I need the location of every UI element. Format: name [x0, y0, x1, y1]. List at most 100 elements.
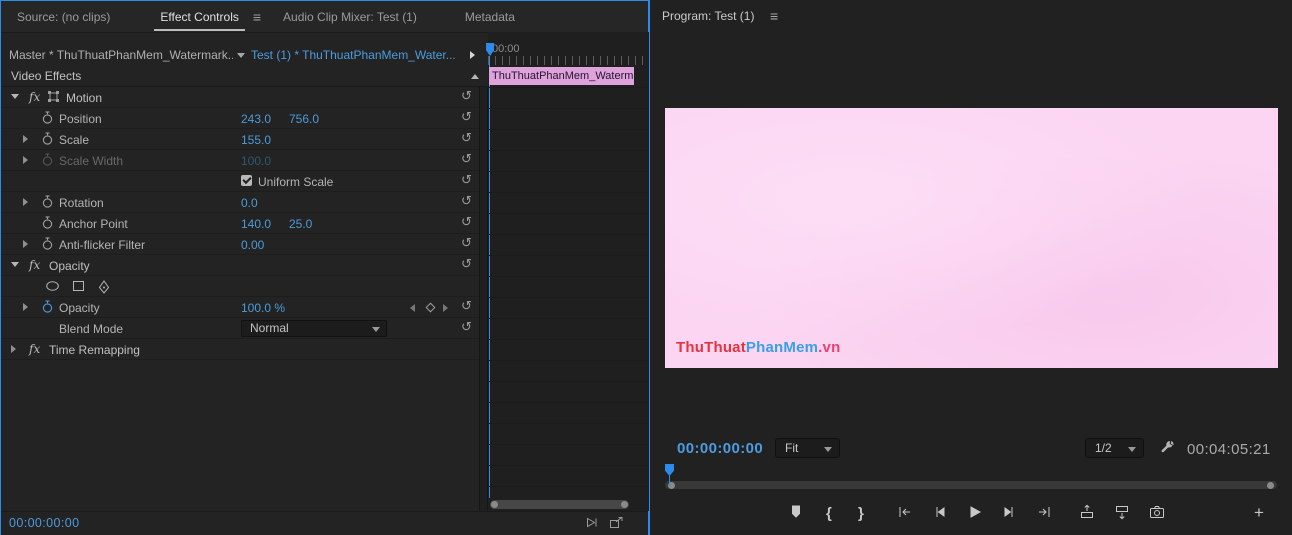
value[interactable]: 0.0 [241, 196, 258, 210]
effect-row-motion[interactable]: fx Motion ↺ [1, 87, 479, 108]
stopwatch-icon[interactable] [41, 237, 54, 253]
add-marker-button[interactable] [788, 504, 804, 520]
chevron-down-icon[interactable] [11, 262, 19, 267]
previous-keyframe-icon[interactable] [410, 304, 415, 312]
effect-name[interactable]: Time Remapping [49, 343, 140, 357]
zoom-handle-left[interactable] [491, 501, 498, 508]
tab-effect-controls[interactable]: Effect Controls [154, 2, 245, 31]
property-name: Rotation [59, 196, 104, 210]
scrubber-handle-right[interactable] [1267, 481, 1274, 489]
property-row-blend-mode[interactable]: Blend Mode Normal ↺ [1, 318, 479, 339]
panel-menu-icon[interactable]: ≡ [770, 8, 778, 24]
rectangle-mask-tool-icon[interactable] [72, 280, 85, 295]
stopwatch-icon[interactable] [41, 132, 54, 148]
property-row-opacity[interactable]: Opacity 100.0 % ↺ [1, 297, 479, 318]
collapse-section-icon[interactable] [471, 74, 479, 79]
effect-name[interactable]: Motion [66, 91, 102, 105]
property-row-scale-width[interactable]: Scale Width 100.0 ↺ [1, 150, 479, 171]
scrubber-track[interactable] [665, 481, 1277, 489]
property-row-anti-flicker[interactable]: Anti-flicker Filter 0.00 ↺ [1, 234, 479, 255]
play-button[interactable] [966, 504, 982, 520]
ruler-ticks[interactable] [488, 56, 649, 65]
sequence-clip-label[interactable]: Test (1) * ThuThuatPhanMem_Water... [251, 48, 456, 62]
reset-icon[interactable]: ↺ [461, 110, 472, 125]
tab-program[interactable]: Program: Test (1) [662, 9, 754, 23]
timeline-zoom-scrollbar[interactable] [490, 500, 629, 509]
mark-in-button[interactable]: { [826, 505, 832, 522]
effect-name[interactable]: Opacity [49, 259, 90, 273]
video-preview[interactable]: ThuThuatPhanMem.vn [665, 108, 1278, 368]
reset-icon[interactable]: ↺ [461, 89, 472, 104]
value[interactable]: 155.0 [241, 133, 271, 147]
play-icon[interactable] [584, 516, 598, 532]
chevron-right-icon[interactable] [23, 135, 28, 143]
tab-source[interactable]: Source: (no clips) [11, 2, 116, 31]
panel-menu-icon[interactable]: ≡ [253, 9, 261, 25]
tab-audio-clip-mixer[interactable]: Audio Clip Mixer: Test (1) [277, 2, 423, 31]
master-clip-label[interactable]: Master * ThuThuatPhanMem_Watermark... [9, 48, 233, 62]
property-row-uniform-scale[interactable]: Uniform Scale ↺ [1, 171, 479, 192]
chevron-right-icon[interactable] [23, 240, 28, 248]
step-back-button[interactable] [932, 504, 948, 520]
stopwatch-icon[interactable] [41, 111, 54, 127]
clip-bar[interactable]: ThuThuatPhanMem_Waterm [489, 67, 634, 85]
chevron-right-icon[interactable] [23, 303, 28, 311]
reset-icon[interactable]: ↺ [461, 236, 472, 251]
playback-resolution-dropdown[interactable]: 1/2 [1085, 438, 1144, 458]
value-x[interactable]: 140.0 [241, 217, 271, 231]
ellipse-mask-tool-icon[interactable] [45, 280, 60, 295]
reset-icon[interactable]: ↺ [461, 257, 472, 272]
playhead-timecode[interactable]: 00:00:00:00 [677, 440, 763, 457]
program-scrubber[interactable] [665, 464, 1277, 494]
step-forward-button[interactable] [1001, 504, 1017, 520]
reset-icon[interactable]: ↺ [461, 320, 472, 335]
export-frame-button[interactable] [1149, 504, 1165, 520]
reset-icon[interactable]: ↺ [461, 173, 472, 188]
reset-icon[interactable]: ↺ [461, 194, 472, 209]
reset-icon[interactable]: ↺ [461, 131, 472, 146]
stopwatch-icon[interactable] [41, 195, 54, 211]
chevron-right-icon[interactable] [23, 156, 28, 164]
current-timecode[interactable]: 00:00:00:00 [9, 516, 79, 530]
effect-row-time-remapping[interactable]: fx Time Remapping [1, 339, 479, 360]
stopwatch-icon-active[interactable] [41, 300, 54, 316]
effect-row-opacity[interactable]: fx Opacity ↺ [1, 255, 479, 276]
reset-icon[interactable]: ↺ [461, 299, 472, 314]
reset-icon[interactable]: ↺ [461, 215, 472, 230]
export-frame-icon[interactable] [609, 516, 624, 532]
chevron-right-icon[interactable] [23, 198, 28, 206]
value-y[interactable]: 756.0 [289, 112, 319, 126]
reset-icon[interactable]: ↺ [461, 152, 472, 167]
go-to-out-button[interactable] [1036, 504, 1052, 520]
value[interactable]: 100.0 % [241, 301, 285, 315]
vertical-scrollbar[interactable] [480, 87, 488, 511]
lift-button[interactable] [1079, 504, 1095, 520]
tab-metadata[interactable]: Metadata [459, 2, 521, 31]
video-effects-section-header[interactable]: Video Effects [1, 66, 487, 87]
chevron-right-icon[interactable] [11, 345, 16, 353]
value[interactable]: 0.00 [241, 238, 264, 252]
button-editor-add-button[interactable]: + [1254, 503, 1264, 523]
property-row-anchor-point[interactable]: Anchor Point 140.0 25.0 ↺ [1, 213, 479, 234]
property-row-rotation[interactable]: Rotation 0.0 ↺ [1, 192, 479, 213]
chevron-down-icon[interactable] [237, 53, 245, 58]
settings-wrench-icon[interactable] [1160, 440, 1176, 459]
value-y[interactable]: 25.0 [289, 217, 312, 231]
pen-mask-tool-icon[interactable] [98, 280, 110, 297]
mark-out-button[interactable]: } [858, 505, 864, 522]
next-keyframe-icon[interactable] [443, 304, 448, 312]
extract-button[interactable] [1114, 504, 1130, 520]
go-to-in-button[interactable] [897, 504, 913, 520]
stopwatch-icon[interactable] [41, 216, 54, 232]
uniform-scale-checkbox[interactable] [241, 175, 252, 186]
property-name: Anti-flicker Filter [59, 238, 146, 252]
add-keyframe-icon[interactable] [425, 302, 436, 313]
chevron-down-icon[interactable] [11, 94, 19, 99]
blend-mode-dropdown[interactable]: Normal [241, 320, 387, 337]
zoom-handle-right[interactable] [621, 501, 628, 508]
zoom-level-dropdown[interactable]: Fit [775, 438, 840, 458]
chevron-right-icon[interactable] [470, 51, 475, 59]
property-row-scale[interactable]: Scale 155.0 ↺ [1, 129, 479, 150]
property-row-position[interactable]: Position 243.0 756.0 ↺ [1, 108, 479, 129]
value-x[interactable]: 243.0 [241, 112, 271, 126]
